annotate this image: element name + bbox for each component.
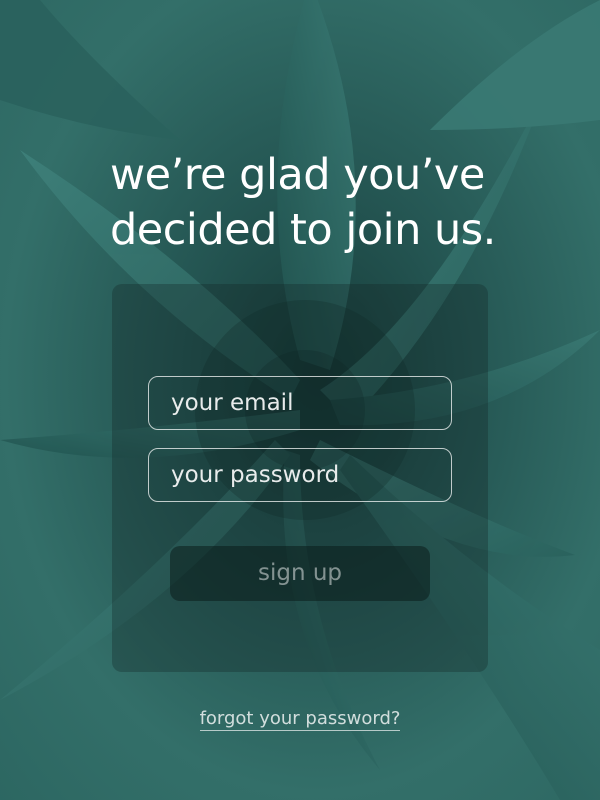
- headline-line-2: decided to join us.: [110, 205, 496, 255]
- email-field[interactable]: [148, 376, 452, 430]
- forgot-password-container: forgot your password?: [0, 706, 600, 732]
- signup-screen: we’re glad you’ve decided to join us. si…: [0, 0, 600, 800]
- sign-up-button[interactable]: sign up: [170, 546, 430, 601]
- password-field[interactable]: [148, 448, 452, 502]
- forgot-password-link[interactable]: forgot your password?: [199, 708, 401, 731]
- headline-line-1: we’re glad you’ve: [110, 150, 485, 200]
- page-headline: we’re glad you’ve decided to join us.: [110, 148, 496, 258]
